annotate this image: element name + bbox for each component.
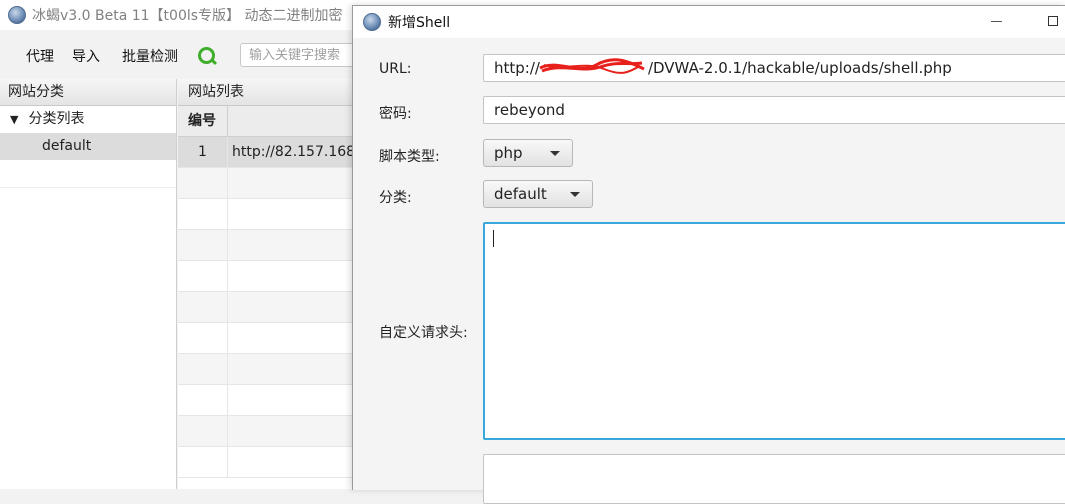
category-panel: 网站分类 ▼ 分类列表 default [0,79,177,489]
table-row-empty [178,261,358,292]
proxy-menu[interactable]: 代理 [26,46,54,66]
category-label: 分类: [379,190,412,206]
tree-root-label: 分类列表 [28,111,85,127]
add-shell-dialog: 新增Shell URL: http:// /DVWA-2.0.1/hackable… [352,5,1065,504]
redaction-scribble-icon [539,58,645,74]
app-logo-icon [8,6,26,24]
maximize-icon[interactable] [1048,16,1058,26]
remark-textarea[interactable] [483,454,1065,504]
column-header-url[interactable] [228,106,358,136]
table-row-empty [178,230,358,261]
expand-arrow-icon[interactable]: ▼ [10,113,18,126]
table-row-empty [178,447,358,478]
column-header-number[interactable]: 编号 [178,106,228,136]
site-list-panel: 网站列表 编号 1 http://82.157.168 [178,79,358,489]
tree-empty-row [0,160,176,188]
url-input[interactable]: http:// /DVWA-2.0.1/hackable/uploads/shel… [483,54,1065,82]
category-panel-header: 网站分类 [0,79,176,106]
category-select[interactable]: default [483,180,593,208]
batch-check-menu[interactable]: 批量检测 [122,46,178,66]
password-input[interactable]: rebeyond [483,96,1065,124]
site-table-header: 编号 [178,106,358,137]
minimize-icon[interactable] [991,21,1002,22]
table-row[interactable]: 1 http://82.157.168 [178,137,358,168]
table-row-empty [178,354,358,385]
chevron-down-icon [550,151,560,156]
table-row-empty [178,292,358,323]
table-row-empty [178,416,358,447]
url-label: URL: [379,61,412,77]
main-window-title: 冰蝎v3.0 Beta 11【t00ls专版】 动态二进制加密 [32,8,343,24]
tree-root-category-list[interactable]: ▼ 分类列表 [0,106,176,133]
url-value-prefix: http:// [494,59,540,77]
script-type-select[interactable]: php [483,139,573,167]
script-type-label: 脚本类型: [379,149,440,165]
row-number: 1 [178,137,228,167]
site-list-header: 网站列表 [178,79,358,106]
custom-headers-label: 自定义请求头: [379,325,468,341]
password-label: 密码: [379,106,412,122]
import-menu[interactable]: 导入 [72,46,100,66]
url-value-suffix: /DVWA-2.0.1/hackable/uploads/shell.php [647,59,952,77]
row-url: http://82.157.168 [232,144,356,160]
dialog-logo-icon [363,13,381,31]
dialog-title: 新增Shell [388,15,451,31]
text-cursor [493,230,494,247]
script-type-value: php [494,144,523,162]
chevron-down-icon [570,192,580,197]
table-row-empty [178,199,358,230]
table-row-empty [178,385,358,416]
custom-headers-textarea[interactable] [483,222,1065,440]
search-icon[interactable] [198,47,218,66]
tree-item-default[interactable]: default [0,133,176,160]
dialog-titlebar[interactable]: 新增Shell [353,6,1065,38]
table-row-empty [178,323,358,354]
table-row-empty [178,168,358,199]
category-value: default [494,185,547,203]
